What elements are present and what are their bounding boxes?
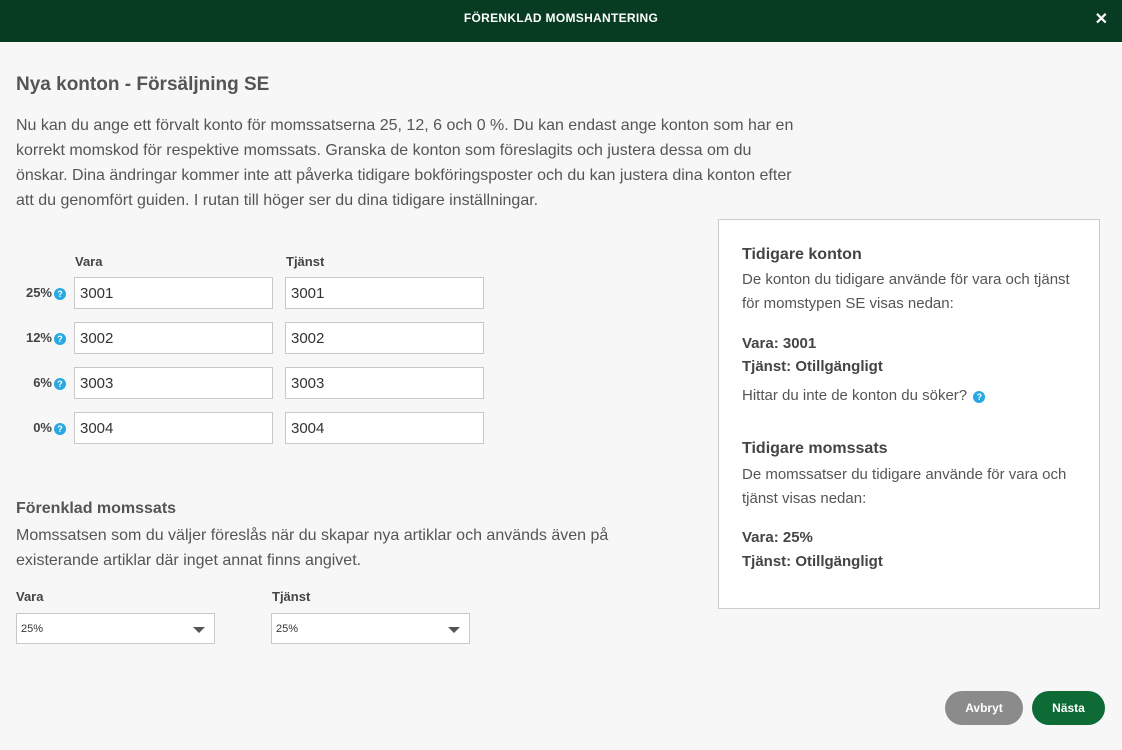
account-help-label: Hittar du inte de konton du söker? — [742, 387, 968, 404]
previous-vara-account: Vara: 3001 — [742, 335, 817, 352]
vat-vara-value: 25% — [21, 623, 44, 635]
previous-accounts-title: Tidigare konton — [742, 246, 862, 263]
dialog-title: FÖRENKLAD MOMSHANTERING — [463, 11, 659, 25]
help-icon[interactable]: ? — [54, 333, 66, 345]
close-icon[interactable]: ✕ — [1095, 10, 1108, 30]
rate-label-25: 25%? — [16, 284, 66, 302]
rate-label-6: 6%? — [16, 374, 66, 392]
rate-label-0: 0%? — [16, 419, 66, 437]
vat-vara-select[interactable]: 25% — [16, 613, 215, 644]
previous-vara-rate: Vara: 25% — [742, 529, 813, 546]
page-title: Nya konton - Försäljning SE — [16, 74, 270, 95]
vat-vara-label: Vara — [16, 589, 44, 604]
simplified-vat-title: Förenklad momssats — [16, 500, 177, 517]
account-vara-25-input[interactable] — [74, 277, 273, 309]
account-help-text: Hittar du inte de konton du söker? ? — [742, 384, 1072, 408]
intro-text: Nu kan du ange ett förvalt konto för mom… — [16, 117, 794, 209]
help-icon[interactable]: ? — [54, 288, 66, 300]
rate-text: 6% — [33, 375, 52, 390]
previous-tjanst-rate: Tjänst: Otillgängligt — [742, 553, 883, 570]
rate-text: 12% — [25, 330, 52, 345]
dialog-header: FÖRENKLAD MOMSHANTERING ✕ — [0, 0, 1122, 42]
vat-tjanst-value: 25% — [276, 623, 299, 635]
next-button[interactable]: Nästa — [1032, 691, 1105, 725]
vara-column-label: Vara — [75, 254, 103, 269]
help-icon[interactable]: ? — [54, 378, 66, 390]
account-tjanst-12-input[interactable] — [285, 322, 484, 354]
account-tjanst-0-input[interactable] — [285, 412, 484, 444]
account-vara-12-input[interactable] — [74, 322, 273, 354]
account-tjanst-6-input[interactable] — [285, 367, 484, 399]
simplified-vat-description: Momssatsen som du väljer föreslås när du… — [16, 527, 609, 569]
vat-tjanst-select[interactable]: 25% — [271, 613, 470, 644]
cancel-button[interactable]: Avbryt — [945, 691, 1023, 725]
previous-rate-text: De momssatser du tidigare använde för va… — [742, 466, 1067, 507]
account-tjanst-25-input[interactable] — [285, 277, 484, 309]
rate-label-12: 12%? — [16, 329, 66, 347]
previous-settings-panel: Tidigare konton De konton du tidigare an… — [718, 219, 1100, 609]
previous-tjanst-account: Tjänst: Otillgängligt — [742, 358, 883, 375]
chevron-down-icon — [193, 627, 205, 633]
rate-text: 0% — [33, 420, 52, 435]
rate-text: 25% — [25, 285, 52, 300]
vat-tjanst-label: Tjänst — [272, 589, 311, 604]
tjanst-column-label: Tjänst — [286, 254, 325, 269]
account-vara-0-input[interactable] — [74, 412, 273, 444]
previous-rate-title: Tidigare momssats — [742, 440, 888, 457]
chevron-down-icon — [448, 627, 460, 633]
help-icon[interactable]: ? — [54, 423, 66, 435]
help-icon[interactable]: ? — [973, 391, 986, 403]
previous-accounts-text: De konton du tidigare använde för vara o… — [742, 271, 1070, 312]
account-vara-6-input[interactable] — [74, 367, 273, 399]
